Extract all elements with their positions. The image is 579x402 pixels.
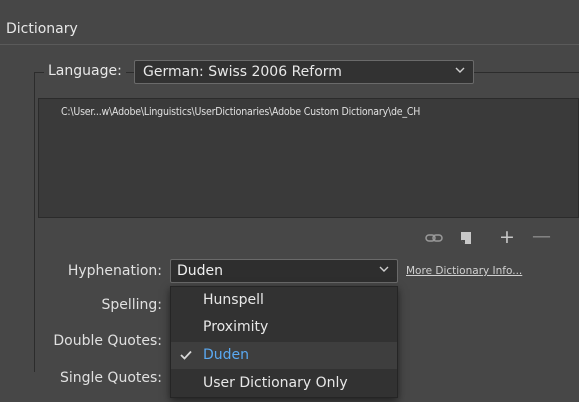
double-quotes-label: Double Quotes: (53, 333, 162, 349)
plus-icon[interactable]: + (499, 228, 515, 247)
section-title: Dictionary (6, 21, 78, 37)
link-icon[interactable] (425, 232, 443, 244)
menu-item-proximity[interactable]: Proximity (171, 314, 397, 341)
spelling-label: Spelling: (101, 297, 162, 313)
menu-item-user-dictionary-only[interactable]: User Dictionary Only (171, 370, 397, 397)
dictionary-path-item[interactable]: C:\User...w\Adobe\Linguistics\UserDictio… (61, 106, 420, 118)
fieldset-border-left (34, 72, 35, 372)
language-label: Language: (44, 63, 126, 79)
new-page-icon[interactable] (460, 231, 472, 245)
menu-item-hunspell[interactable]: Hunspell (171, 287, 397, 314)
chevron-down-icon (455, 67, 465, 73)
hyphenation-dropdown-menu: Hunspell Proximity Duden User Dictionary… (170, 286, 398, 398)
more-dictionary-info-link[interactable]: More Dictionary Info... (406, 265, 522, 277)
menu-item-label: Proximity (203, 319, 269, 335)
hyphenation-select-value: Duden (177, 263, 224, 279)
menu-item-label: Hunspell (203, 292, 264, 308)
menu-item-label: Duden (203, 347, 250, 363)
user-dictionary-list[interactable]: C:\User...w\Adobe\Linguistics\UserDictio… (38, 98, 579, 218)
chevron-down-icon (379, 266, 389, 272)
checkmark-icon (180, 350, 192, 360)
single-quotes-label: Single Quotes: (59, 370, 162, 386)
hyphenation-select[interactable]: Duden (170, 259, 398, 283)
language-select[interactable]: German: Swiss 2006 Reform (134, 60, 474, 84)
minus-icon[interactable]: — (532, 227, 551, 246)
menu-item-duden[interactable]: Duden (171, 342, 397, 369)
language-select-value: German: Swiss 2006 Reform (143, 64, 342, 80)
menu-item-label: User Dictionary Only (203, 375, 348, 391)
hyphenation-label: Hyphenation: (67, 263, 162, 279)
section-divider (0, 44, 579, 45)
